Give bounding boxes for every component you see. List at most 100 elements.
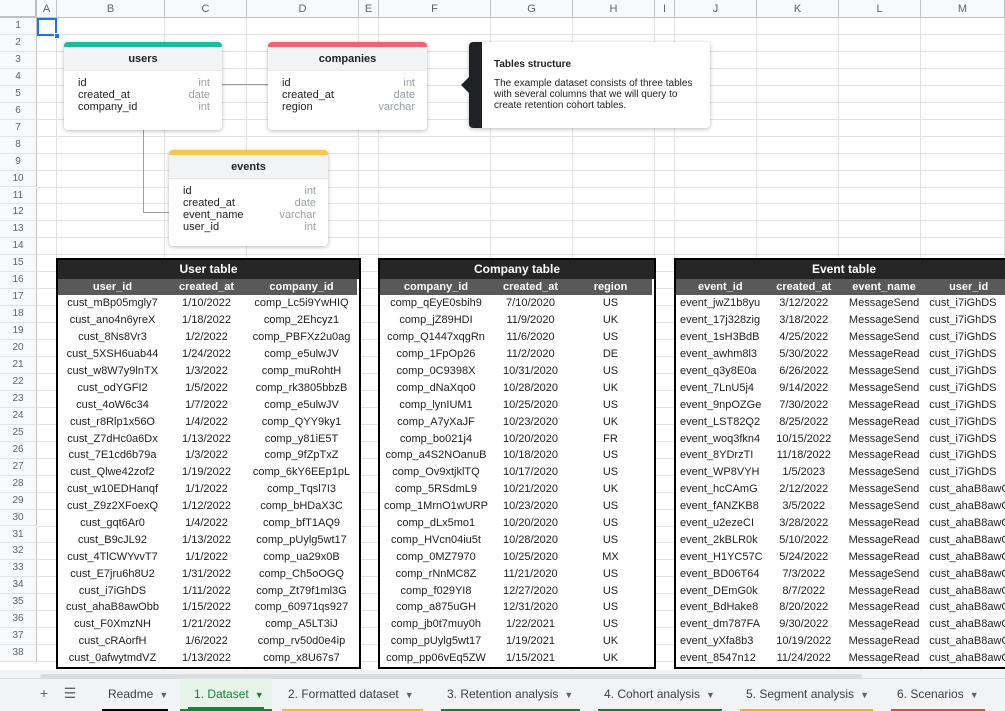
table-cell[interactable]: cust_i7iGhDS bbox=[925, 312, 1005, 329]
table-cell[interactable]: 7/30/2022 bbox=[765, 396, 843, 413]
table-cell[interactable]: cust_7E1cd6b79a bbox=[58, 447, 167, 464]
row-header-29[interactable]: 29 bbox=[0, 492, 37, 510]
table-cell[interactable]: cust_ahaB8awObb bbox=[58, 599, 167, 616]
column-header-cell[interactable]: company_id bbox=[246, 279, 357, 295]
table-cell[interactable]: comp_dLx5mo1 bbox=[380, 515, 492, 532]
chevron-down-icon[interactable]: ▼ bbox=[564, 690, 573, 700]
row-header-12[interactable]: 12 bbox=[0, 204, 37, 222]
chevron-down-icon[interactable]: ▼ bbox=[860, 690, 869, 700]
table-cell[interactable]: comp_A7yXaJF bbox=[380, 413, 492, 430]
table-cell[interactable]: comp_f029YI8 bbox=[380, 582, 492, 599]
table-cell[interactable]: 3/12/2022 bbox=[765, 295, 843, 312]
table-cell[interactable]: US bbox=[569, 447, 652, 464]
row-header-7[interactable]: 7 bbox=[0, 119, 37, 137]
table-cell[interactable]: cust_cRAorfH bbox=[58, 633, 167, 650]
table-cell[interactable]: MessageRead bbox=[843, 447, 925, 464]
sheet-tab-5[interactable]: 5. Segment analysis ▼ bbox=[732, 679, 881, 711]
table-cell[interactable]: event_dm787FA bbox=[676, 616, 765, 633]
table-cell[interactable]: MessageSend bbox=[843, 379, 925, 396]
table-cell[interactable]: comp_rNnMC8Z bbox=[380, 565, 492, 582]
table-cell[interactable]: 1/13/2022 bbox=[167, 650, 246, 667]
table-cell[interactable]: comp_muRohtH bbox=[246, 363, 357, 380]
column-header-d[interactable]: D bbox=[247, 0, 359, 18]
table-cell[interactable]: 3/5/2022 bbox=[765, 498, 843, 515]
table-cell[interactable]: MessageSend bbox=[843, 481, 925, 498]
column-header-cell[interactable]: event_name bbox=[842, 279, 926, 295]
table-cell[interactable]: event_8YDrzTI bbox=[676, 447, 765, 464]
table-cell[interactable]: US bbox=[569, 515, 652, 532]
table-cell[interactable]: cust_i7iGhDS bbox=[925, 363, 1005, 380]
table-cell[interactable]: cust_r8Rlp1x56O bbox=[58, 413, 167, 430]
table-cell[interactable]: comp_6kY6EEp1pL bbox=[246, 464, 357, 481]
column-header-g[interactable]: G bbox=[491, 0, 573, 18]
table-cell[interactable]: 11/9/2020 bbox=[492, 312, 569, 329]
row-header-27[interactable]: 27 bbox=[0, 458, 37, 476]
table-cell[interactable]: MessageSend bbox=[843, 363, 925, 380]
table-cell[interactable]: 10/19/2022 bbox=[765, 633, 843, 650]
table-cell[interactable]: cust_i7iGhDS bbox=[58, 582, 167, 599]
row-header-22[interactable]: 22 bbox=[0, 373, 37, 391]
table-cell[interactable]: comp_A5LT3iJ bbox=[246, 616, 357, 633]
table-cell[interactable]: MessageSend bbox=[843, 498, 925, 515]
column-header-c[interactable]: C bbox=[165, 0, 247, 18]
row-header-2[interactable]: 2 bbox=[0, 34, 37, 52]
chevron-down-icon[interactable]: ▼ bbox=[255, 690, 264, 700]
table-cell[interactable]: comp_Q1447xqgRn bbox=[380, 329, 492, 346]
row-header-4[interactable]: 4 bbox=[0, 68, 37, 86]
table-cell[interactable]: MessageRead bbox=[843, 515, 925, 532]
table-cell[interactable]: MX bbox=[569, 548, 652, 565]
row-header-25[interactable]: 25 bbox=[0, 424, 37, 442]
table-cell[interactable]: US bbox=[569, 363, 652, 380]
column-header-h[interactable]: H bbox=[573, 0, 655, 18]
table-cell[interactable]: comp_9fZpTxZ bbox=[246, 447, 357, 464]
table-cell[interactable]: cust_i7iGhDS bbox=[925, 413, 1005, 430]
row-header-33[interactable]: 33 bbox=[0, 560, 37, 578]
table-cell[interactable]: 1/5/2023 bbox=[765, 464, 843, 481]
table-cell[interactable]: comp_1FpOp26 bbox=[380, 346, 492, 363]
table-cell[interactable]: 10/28/2020 bbox=[492, 379, 569, 396]
table-cell[interactable]: UK bbox=[569, 413, 652, 430]
table-cell[interactable]: comp_x8U67s7 bbox=[246, 650, 357, 667]
table-cell[interactable]: 10/28/2020 bbox=[492, 531, 569, 548]
table-cell[interactable]: cust_ahaB8awO bbox=[925, 650, 1005, 667]
table-cell[interactable]: MessageRead bbox=[843, 396, 925, 413]
table-cell[interactable]: comp_a875uGH bbox=[380, 599, 492, 616]
table-cell[interactable]: UK bbox=[569, 633, 652, 650]
table-cell[interactable]: 1/3/2022 bbox=[167, 363, 246, 380]
sheet-tab-6[interactable]: 6. Scenarios ▼ bbox=[883, 679, 993, 711]
table-cell[interactable]: US bbox=[569, 396, 652, 413]
chevron-down-icon[interactable]: ▼ bbox=[159, 690, 168, 700]
table-cell[interactable]: 3/28/2022 bbox=[765, 515, 843, 532]
row-header-1[interactable]: 1 bbox=[0, 18, 37, 35]
column-header-j[interactable]: J bbox=[675, 0, 757, 18]
table-cell[interactable]: 1/18/2022 bbox=[167, 312, 246, 329]
row-header-8[interactable]: 8 bbox=[0, 136, 37, 154]
table-cell[interactable]: event_hcCAmG bbox=[676, 481, 765, 498]
table-cell[interactable]: comp_jb0t7muy0h bbox=[380, 616, 492, 633]
table-cell[interactable]: cust_ahaB8awO bbox=[925, 531, 1005, 548]
row-header-36[interactable]: 36 bbox=[0, 611, 37, 629]
table-cell[interactable]: US bbox=[569, 531, 652, 548]
table-cell[interactable]: 10/15/2022 bbox=[765, 430, 843, 447]
column-header-b[interactable]: B bbox=[57, 0, 165, 18]
table-cell[interactable]: 10/31/2020 bbox=[492, 363, 569, 380]
table-cell[interactable]: 7/10/2020 bbox=[492, 295, 569, 312]
table-cell[interactable]: event_BdHake8 bbox=[676, 599, 765, 616]
table-cell[interactable]: UK bbox=[569, 650, 652, 667]
row-header-5[interactable]: 5 bbox=[0, 85, 37, 103]
table-cell[interactable]: comp_e5ulwJV bbox=[246, 346, 357, 363]
row-header-17[interactable]: 17 bbox=[0, 289, 37, 307]
row-header-16[interactable]: 16 bbox=[0, 272, 37, 290]
column-header-m[interactable]: M bbox=[921, 0, 1005, 18]
table-cell[interactable]: US bbox=[569, 582, 652, 599]
row-header-3[interactable]: 3 bbox=[0, 51, 37, 69]
table-cell[interactable]: cust_E7jru6h8U2 bbox=[58, 565, 167, 582]
table-cell[interactable]: comp_dNaXqo0 bbox=[380, 379, 492, 396]
column-header-cell[interactable]: user_id bbox=[925, 279, 1005, 295]
table-cell[interactable]: US bbox=[569, 295, 652, 312]
table-cell[interactable]: comp_rk3805bbzB bbox=[246, 379, 357, 396]
table-cell[interactable]: 1/12/2022 bbox=[167, 498, 246, 515]
table-cell[interactable]: event_WP8VYH bbox=[676, 464, 765, 481]
table-cell[interactable]: 8/7/2022 bbox=[765, 582, 843, 599]
row-header-28[interactable]: 28 bbox=[0, 475, 37, 493]
